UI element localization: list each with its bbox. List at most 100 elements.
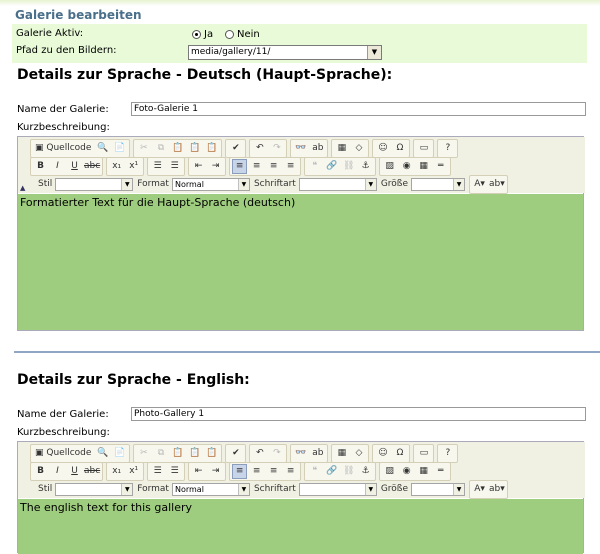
anchor-icon[interactable]: ⚓ [358,464,373,479]
anchor-icon[interactable]: ⚓ [358,159,373,174]
format-combo[interactable]: Format Normal ▼ [137,177,250,191]
source-button[interactable]: ▣ Quellcode [33,141,93,156]
paste-text-icon[interactable]: 📋 [187,141,202,156]
align-justify-icon[interactable]: ≡ [283,464,298,479]
bullet-list-icon[interactable]: ☰ [167,159,182,174]
undo-icon[interactable]: ↶ [252,446,267,461]
numbered-list-icon[interactable]: ☰ [150,159,165,174]
preview-icon[interactable]: 🔍 [95,446,110,461]
link-icon[interactable]: 🔗 [324,464,339,479]
align-center-icon[interactable]: ≡ [249,464,264,479]
gallery-name-input-en[interactable]: Photo-Gallery 1 [131,407,586,421]
bullet-list-icon[interactable]: ☰ [167,464,182,479]
paste-icon[interactable]: 📋 [170,141,185,156]
paste-word-icon[interactable]: 📋 [204,141,219,156]
unlink-icon[interactable]: ⛓ [341,464,356,479]
style-combo[interactable]: Stil ▼ [38,177,134,191]
bold-icon[interactable]: B [33,464,48,479]
radio-yes[interactable]: Ja [192,29,213,40]
indent-icon[interactable]: ⇥ [208,464,223,479]
strike-icon[interactable]: abc [84,464,100,479]
format-combo[interactable]: Format Normal ▼ [137,482,250,496]
underline-icon[interactable]: U [67,159,82,174]
find-icon[interactable]: 👓 [293,141,308,156]
copy-icon[interactable]: ⧉ [153,446,168,461]
radio-no-indicator[interactable] [225,30,234,39]
smiley-icon[interactable]: ☺ [375,141,390,156]
path-select[interactable]: media/gallery/11/ ▼ [188,45,382,60]
maximize-icon[interactable]: ▭ [416,141,431,156]
help-icon[interactable]: ? [440,446,455,461]
indent-icon[interactable]: ⇥ [208,159,223,174]
align-left-icon[interactable]: ≡ [232,463,248,479]
templates-icon[interactable]: 📄 [112,141,127,156]
underline-icon[interactable]: U [67,464,82,479]
bg-color-icon[interactable]: ab▾ [489,177,505,192]
align-right-icon[interactable]: ≡ [266,159,281,174]
align-justify-icon[interactable]: ≡ [283,159,298,174]
text-color-icon[interactable]: A▾ [472,177,487,192]
align-right-icon[interactable]: ≡ [266,464,281,479]
smiley-icon[interactable]: ☺ [375,446,390,461]
image-icon[interactable]: ▨ [382,464,397,479]
select-all-icon[interactable]: ▦ [334,141,349,156]
eraser-icon[interactable]: ◇ [351,141,366,156]
flash-icon[interactable]: ◉ [399,159,414,174]
eraser-icon[interactable]: ◇ [351,446,366,461]
special-char-icon[interactable]: Ω [392,141,407,156]
redo-icon[interactable]: ↷ [269,446,284,461]
horizontal-rule-icon[interactable]: ═ [433,464,448,479]
link-icon[interactable]: 🔗 [324,159,339,174]
redo-icon[interactable]: ↷ [269,141,284,156]
align-center-icon[interactable]: ≡ [249,159,264,174]
subscript-icon[interactable]: x₁ [109,464,124,479]
style-combo[interactable]: Stil ▼ [38,482,134,496]
align-left-icon[interactable]: ≡ [232,158,248,174]
flash-icon[interactable]: ◉ [399,464,414,479]
blockquote-icon[interactable]: ❝ [307,159,322,174]
radio-yes-indicator[interactable] [192,30,201,39]
special-char-icon[interactable]: Ω [392,446,407,461]
preview-icon[interactable]: 🔍 [95,141,110,156]
collapse-toolbar-icon[interactable]: ▲ [20,184,25,192]
chevron-down-icon[interactable]: ▼ [367,46,381,59]
copy-icon[interactable]: ⧉ [153,141,168,156]
table-icon[interactable]: ▦ [416,464,431,479]
maximize-icon[interactable]: ▭ [416,446,431,461]
superscript-icon[interactable]: x¹ [126,159,141,174]
unlink-icon[interactable]: ⛓ [341,159,356,174]
bg-color-icon[interactable]: ab▾ [489,482,505,497]
blockquote-icon[interactable]: ❝ [307,464,322,479]
font-combo[interactable]: Schriftart ▼ [254,482,377,496]
italic-icon[interactable]: I [50,159,65,174]
replace-icon[interactable]: ab [310,446,325,461]
replace-icon[interactable]: ab [310,141,325,156]
help-icon[interactable]: ? [440,141,455,156]
image-icon[interactable]: ▨ [382,159,397,174]
font-combo[interactable]: Schriftart ▼ [254,177,377,191]
bold-icon[interactable]: B [33,159,48,174]
radio-no[interactable]: Nein [225,29,260,40]
horizontal-rule-icon[interactable]: ═ [433,159,448,174]
size-combo[interactable]: Größe ▼ [381,482,466,496]
paste-text-icon[interactable]: 📋 [187,446,202,461]
cut-icon[interactable]: ✂ [136,446,151,461]
spellcheck-icon[interactable]: ✔ [228,446,243,461]
strike-icon[interactable]: abc [84,159,100,174]
undo-icon[interactable]: ↶ [252,141,267,156]
outdent-icon[interactable]: ⇤ [191,159,206,174]
editor-content-de[interactable]: Formatierter Text für die Haupt-Sprache … [18,194,583,330]
cut-icon[interactable]: ✂ [136,141,151,156]
gallery-name-input-de[interactable]: Foto-Galerie 1 [131,102,586,116]
numbered-list-icon[interactable]: ☰ [150,464,165,479]
spellcheck-icon[interactable]: ✔ [228,141,243,156]
italic-icon[interactable]: I [50,464,65,479]
paste-word-icon[interactable]: 📋 [204,446,219,461]
superscript-icon[interactable]: x¹ [126,464,141,479]
text-color-icon[interactable]: A▾ [472,482,487,497]
templates-icon[interactable]: 📄 [112,446,127,461]
find-icon[interactable]: 👓 [293,446,308,461]
subscript-icon[interactable]: x₁ [109,159,124,174]
outdent-icon[interactable]: ⇤ [191,464,206,479]
editor-content-en[interactable]: The english text for this gallery [18,499,583,554]
